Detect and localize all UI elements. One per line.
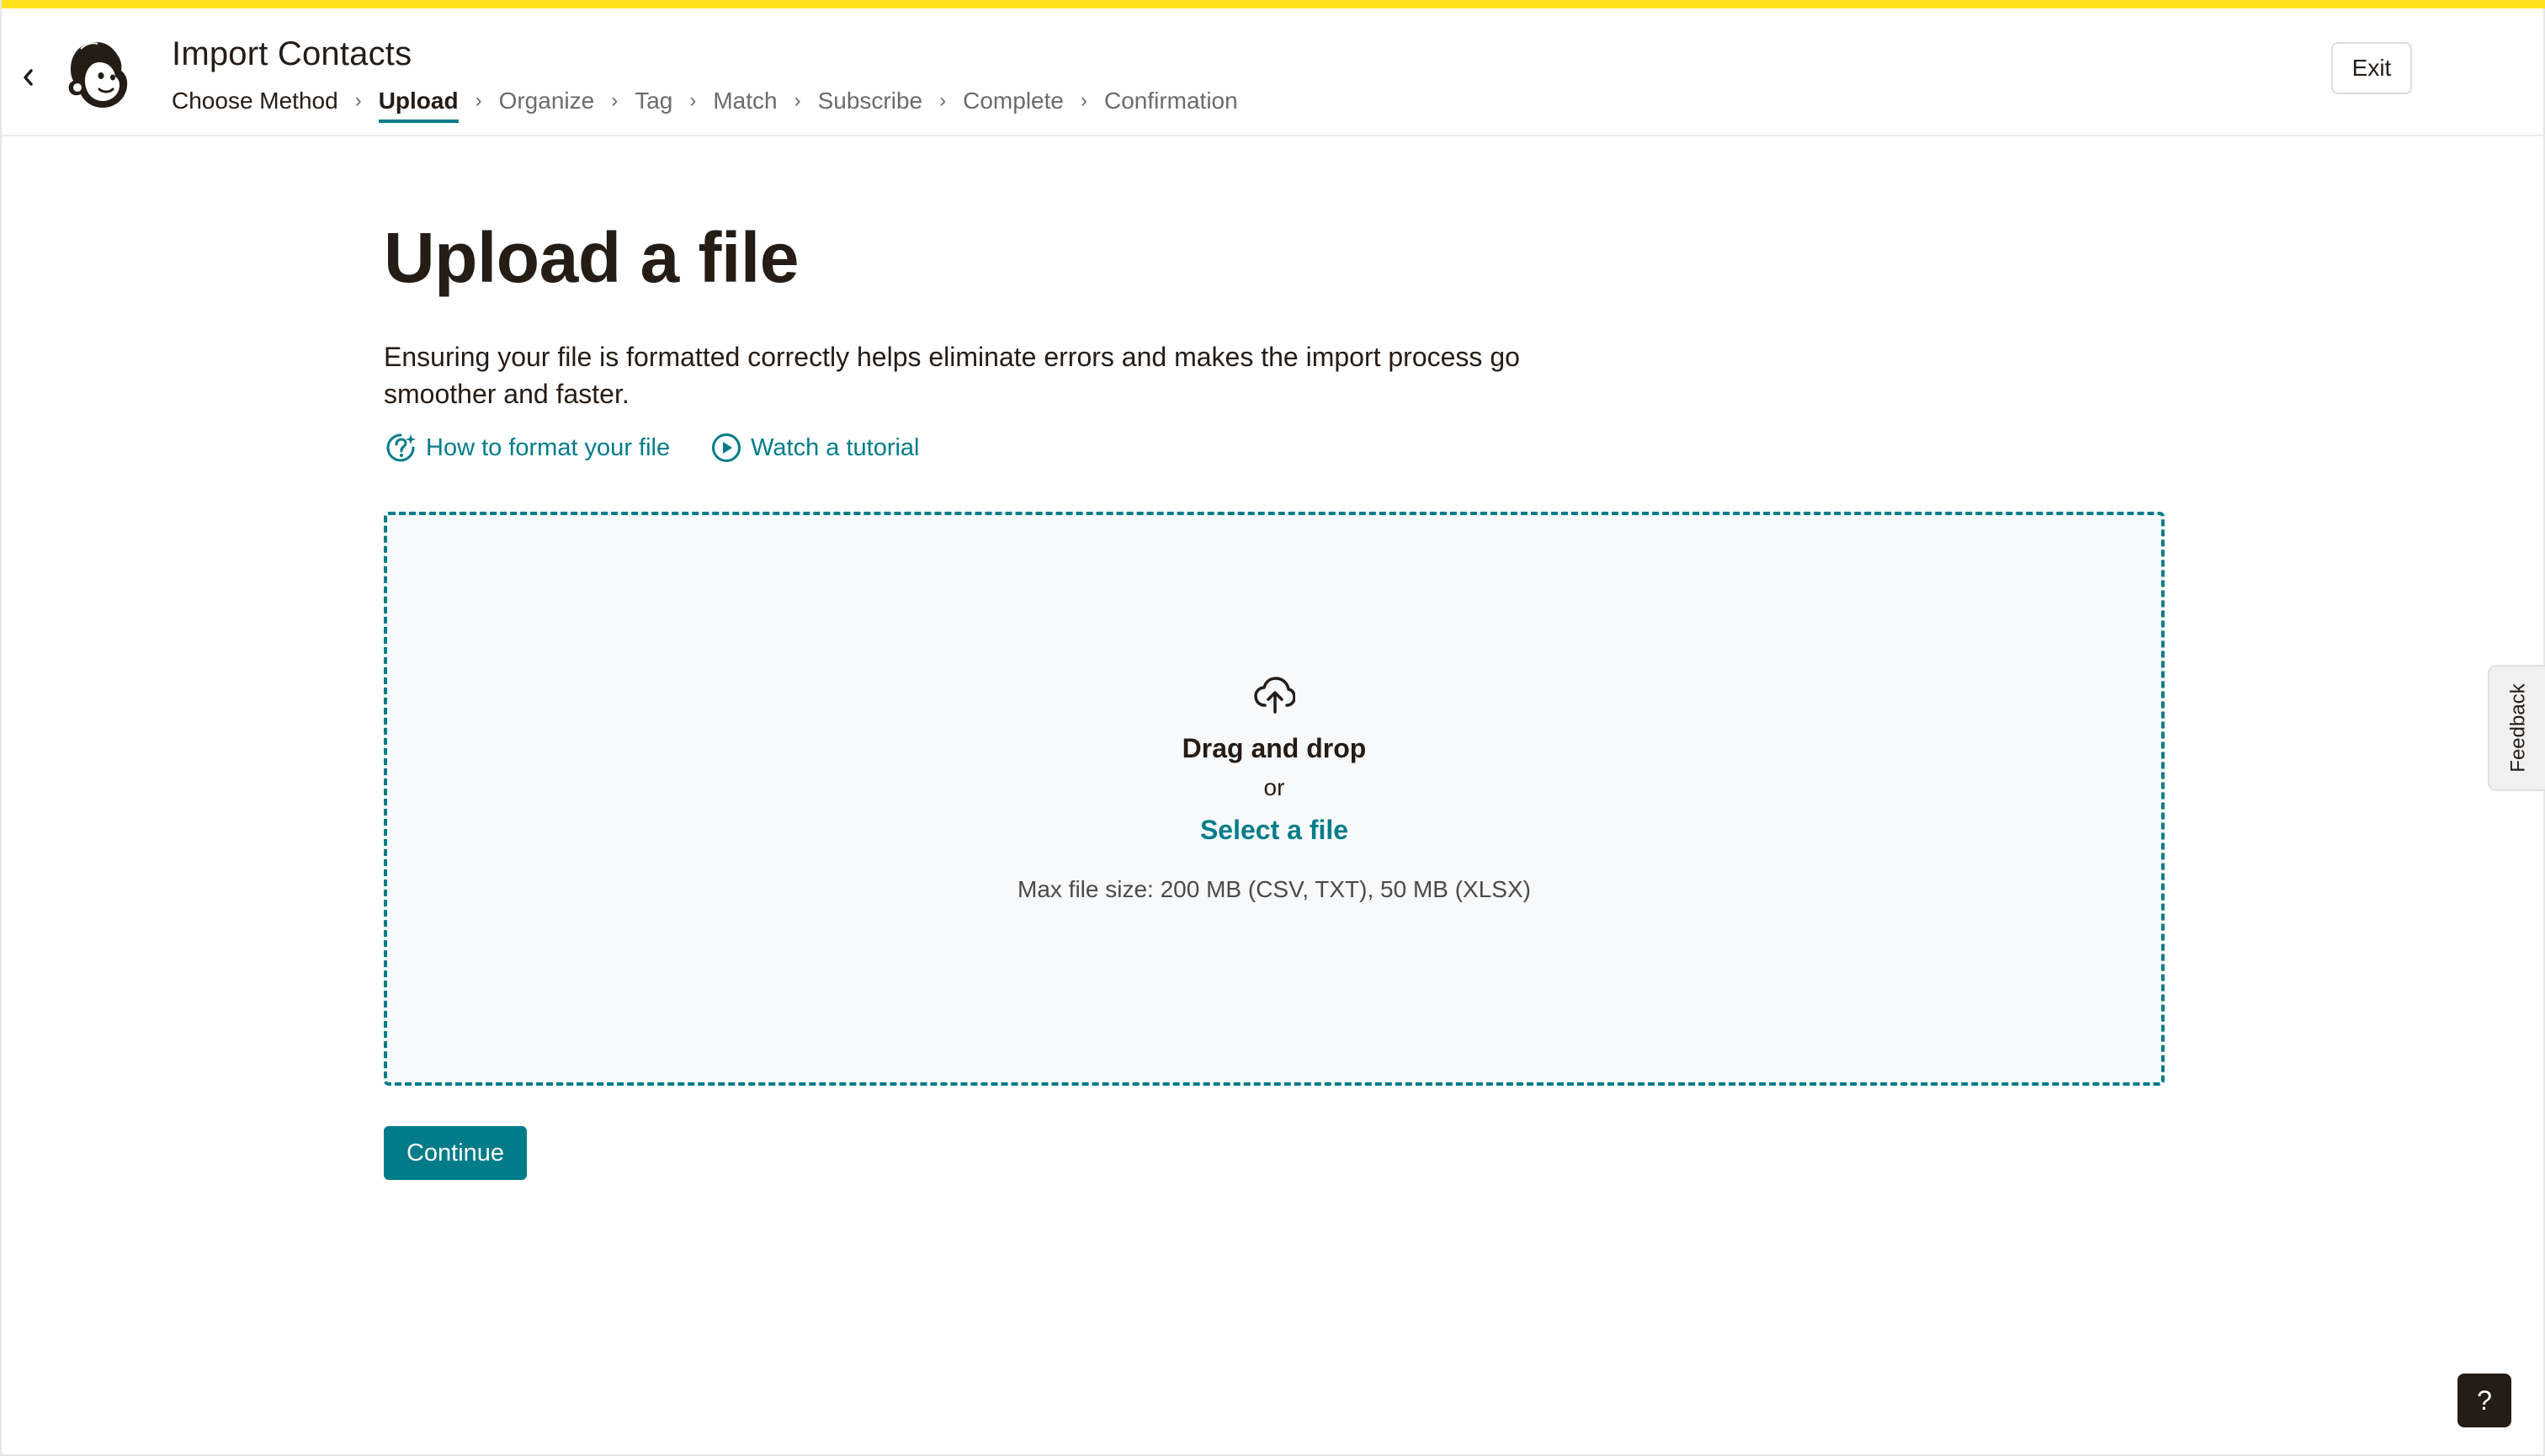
feedback-tab[interactable]: Feedback (2488, 665, 2545, 791)
watch-tutorial-label: Watch a tutorial (751, 433, 920, 461)
breadcrumb-separator-icon: › (354, 89, 362, 112)
breadcrumb-step-match[interactable]: Match (713, 88, 777, 120)
brand-accent-bar (2, 0, 2545, 8)
breadcrumb-step-confirmation[interactable]: Confirmation (1104, 88, 1238, 120)
breadcrumb-step-tag[interactable]: Tag (635, 88, 672, 120)
back-button[interactable] (17, 61, 40, 94)
chevron-left-icon (24, 69, 33, 86)
breadcrumb-step-organize[interactable]: Organize (499, 88, 595, 120)
header: Import Contacts Choose Method › Upload › Org… (2, 8, 2545, 136)
mailchimp-logo[interactable] (62, 37, 133, 111)
page: Import Contacts Choose Method › Upload › Org… (0, 0, 2545, 1456)
watch-tutorial-link[interactable]: Watch a tutorial (710, 432, 920, 464)
how-to-format-label: How to format your file (426, 433, 671, 461)
breadcrumb-step-choose-method[interactable]: Choose Method (172, 88, 338, 120)
help-sparkle-icon (386, 433, 416, 462)
freddie-logo-icon (68, 42, 128, 108)
dropzone-content: Drag and drop or Select a file Max file … (387, 675, 2161, 903)
play-circle-icon (712, 433, 741, 462)
help-links: How to format your file Watch a tutorial (384, 431, 920, 465)
breadcrumb-separator-icon: › (794, 89, 801, 112)
breadcrumb-step-upload[interactable]: Upload (378, 88, 459, 123)
feedback-label: Feedback (2507, 683, 2530, 773)
breadcrumb-step-subscribe[interactable]: Subscribe (818, 88, 923, 120)
page-description: Ensuring your file is formatted correctl… (384, 342, 1520, 409)
breadcrumb-separator-icon: › (939, 89, 947, 112)
select-file-button[interactable]: Select a file (1200, 815, 1348, 846)
breadcrumb-separator-icon: › (611, 89, 619, 112)
dropzone-or: or (1263, 774, 1285, 800)
file-size-limits: Max file size: 200 MB (CSV, TXT), 50 MB … (1017, 876, 1531, 902)
app-title: Import Contacts (172, 35, 412, 72)
exit-button[interactable]: Exit (2331, 42, 2412, 94)
breadcrumb-separator-icon: › (1080, 89, 1087, 112)
breadcrumb: Choose Method › Upload › Organize › Tag › Match ›… (172, 88, 1238, 128)
breadcrumb-separator-icon: › (475, 89, 482, 112)
breadcrumb-step-complete[interactable]: Complete (963, 88, 1064, 120)
how-to-format-link[interactable]: How to format your file (384, 431, 670, 465)
breadcrumb-separator-icon: › (689, 89, 697, 112)
continue-button[interactable]: Continue (384, 1126, 527, 1180)
dropzone-title: Drag and drop (1182, 733, 1367, 763)
file-dropzone[interactable]: Drag and drop or Select a file Max file … (384, 512, 2165, 1086)
cloud-upload-icon (1254, 677, 1295, 714)
help-button[interactable]: ? (2457, 1374, 2511, 1427)
page-title: Upload a file (384, 218, 799, 297)
